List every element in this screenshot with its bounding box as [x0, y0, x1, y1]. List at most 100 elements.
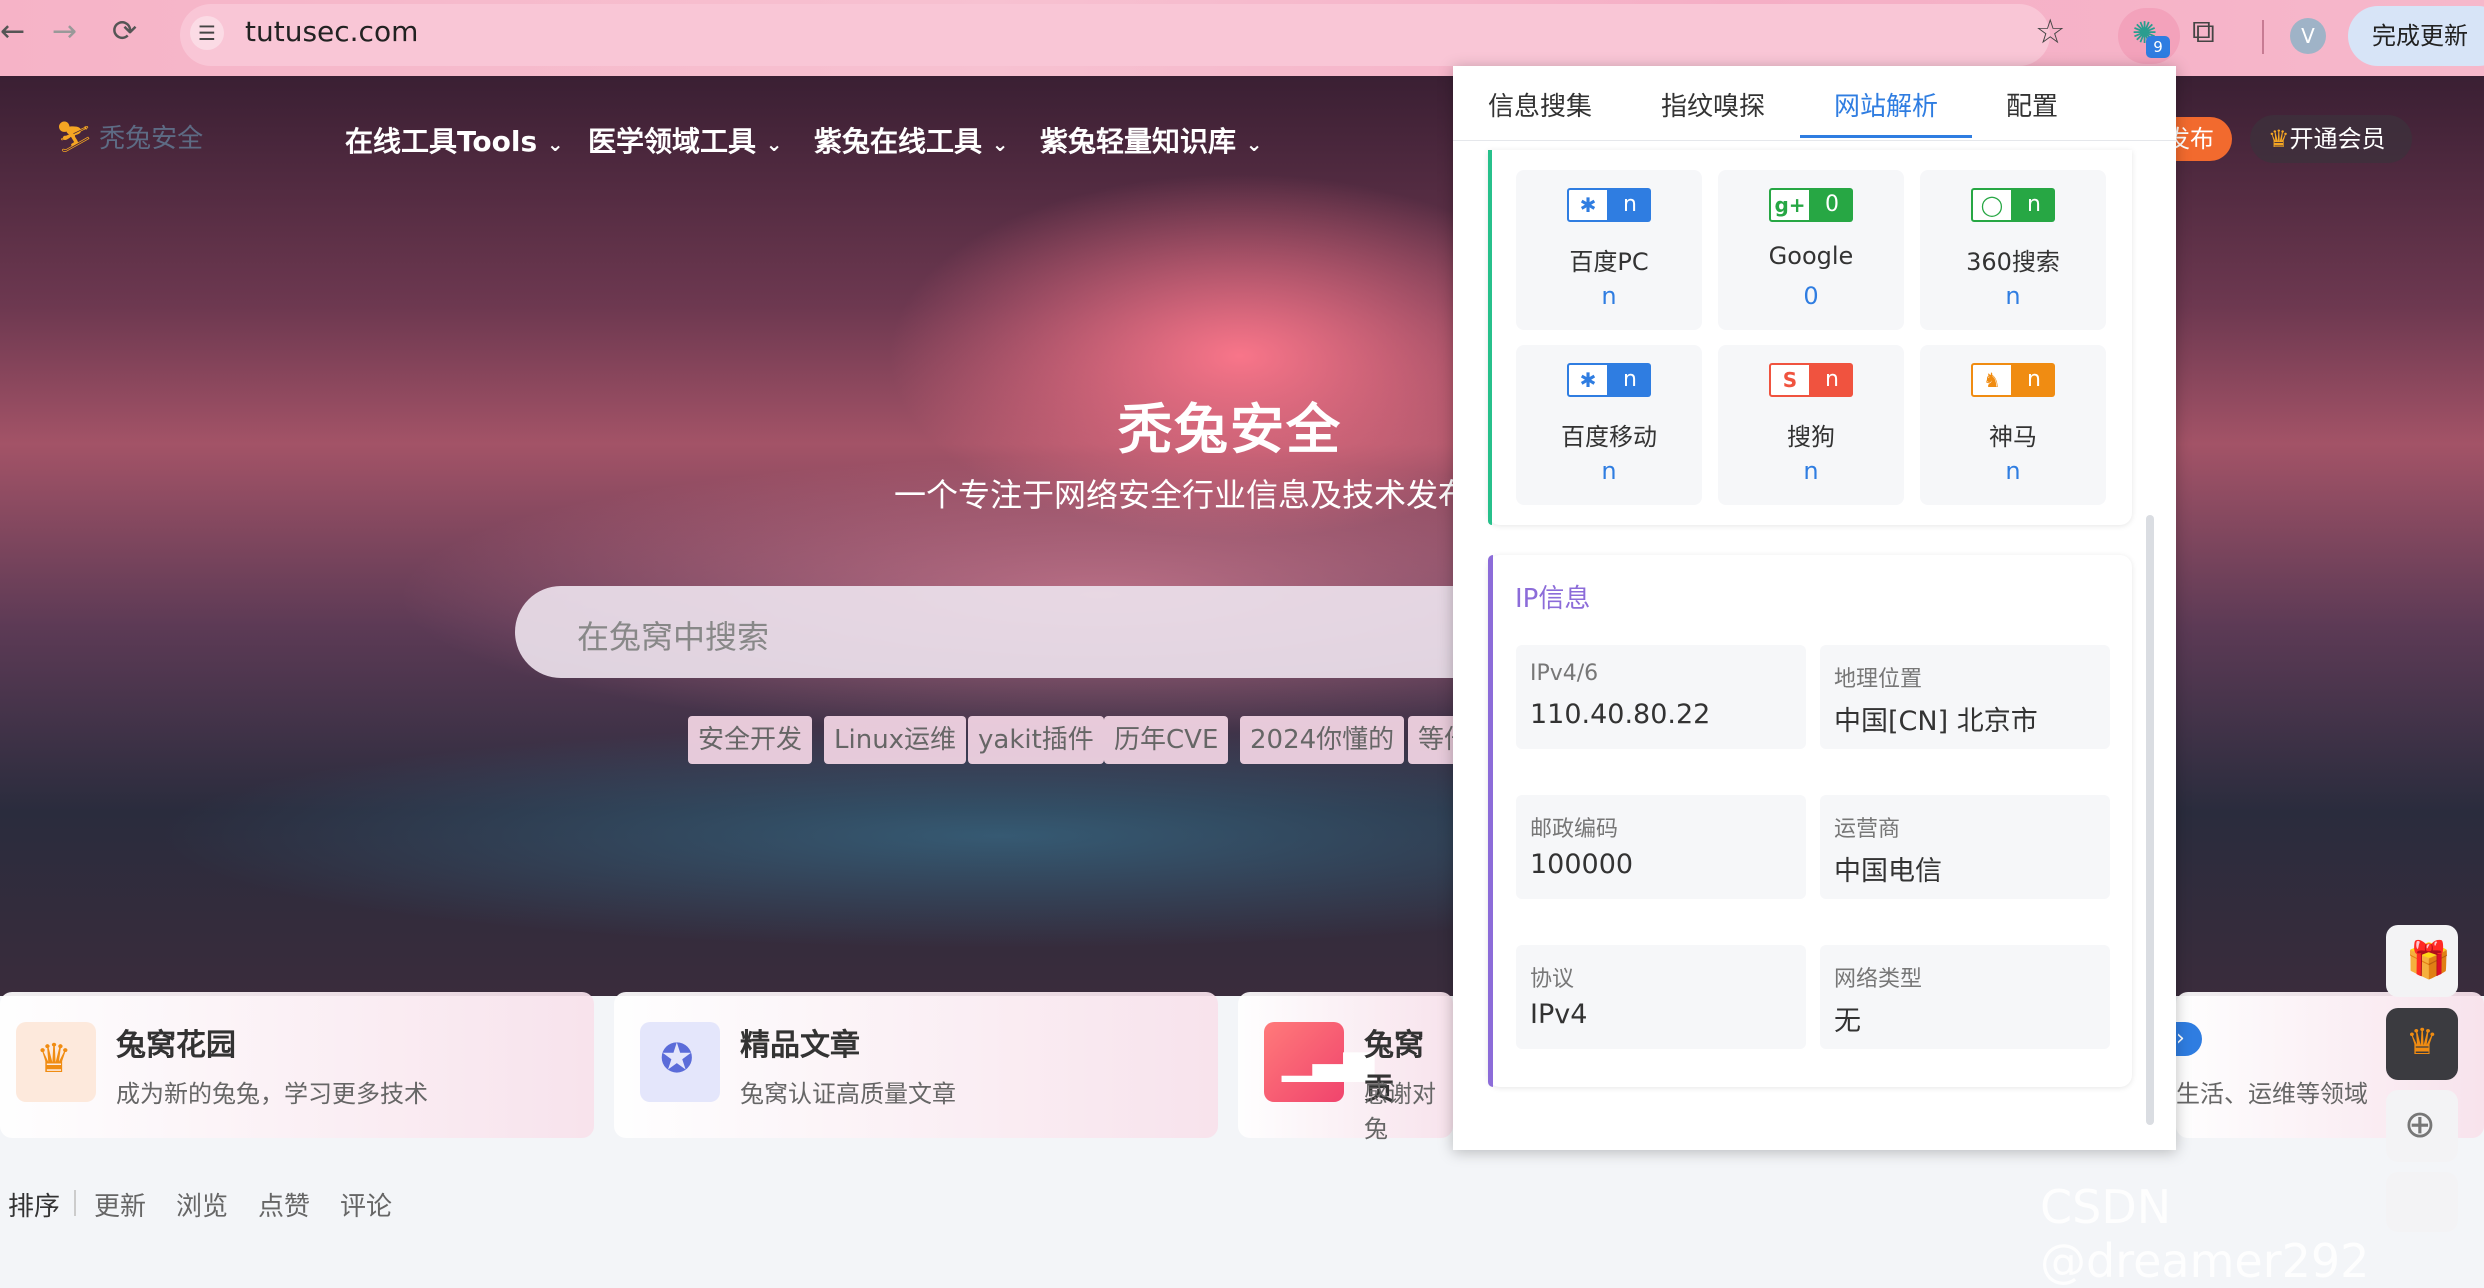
engine-tile-sogou[interactable]: S n 搜狗 n — [1718, 345, 1904, 505]
tag-item[interactable]: 历年CVE — [1104, 716, 1229, 764]
ip-label: IPv4/6 — [1530, 661, 1599, 686]
chevron-down-icon: ⌄ — [991, 132, 1009, 156]
engine-badge-value: n — [2013, 188, 2055, 222]
tab-info-gathering[interactable]: 信息搜集 — [1488, 86, 1592, 123]
forward-icon[interactable]: → — [52, 14, 77, 49]
ip-value: 110.40.80.22 — [1530, 699, 1711, 730]
vip-float-button[interactable]: ♛ — [2386, 1008, 2458, 1080]
ip-info-cell: 运营商 中国电信 — [1820, 795, 2110, 899]
tag-item[interactable]: Linux运维 — [824, 716, 967, 764]
chevron-right-icon[interactable]: › — [2176, 1022, 2202, 1056]
sort-label: 排序 — [8, 1192, 61, 1222]
engine-tile-baidu-mobile[interactable]: ✱ n 百度移动 n — [1516, 345, 1702, 505]
back-icon[interactable]: ← — [0, 14, 25, 49]
popup-scrollbar[interactable] — [2146, 515, 2154, 1125]
ip-value: 无 — [1834, 1006, 1861, 1037]
engine-value: n — [2005, 457, 2021, 485]
address-bar[interactable] — [180, 4, 2050, 66]
crown-icon: ♛ — [2406, 1022, 2439, 1063]
panel-accent — [1488, 150, 1492, 525]
menu-purple-rabbit-tools[interactable]: 紫兔在线工具 ⌄ — [814, 120, 1009, 160]
google-plus-icon: g+ — [1769, 188, 1811, 222]
crown-icon: ♛ — [2268, 125, 2290, 153]
chevron-down-icon: ⌄ — [765, 132, 783, 156]
hero-title: 秃兔安全 — [1118, 398, 1342, 461]
ip-info-cell: 网络类型 无 — [1820, 945, 2110, 1049]
logo-text: 秃兔安全 — [99, 124, 204, 154]
shenma-icon: ♞ — [1971, 363, 2013, 397]
vip-button[interactable]: ♛开通会员 — [2250, 115, 2412, 163]
engine-tile-shenma[interactable]: ♞ n 神马 n — [1920, 345, 2106, 505]
add-button[interactable]: ⊕ — [2386, 1090, 2458, 1162]
engine-name: 360搜索 — [1966, 248, 2060, 276]
bookmark-star-icon[interactable]: ☆ — [2035, 12, 2065, 52]
ip-value: 中国电信 — [1834, 856, 1942, 887]
tab-config[interactable]: 配置 — [2006, 86, 2058, 123]
extensions-puzzle-icon[interactable]: ⧉ — [2192, 12, 2215, 51]
engine-value: n — [1601, 282, 1617, 310]
engine-name: 百度移动 — [1561, 423, 1657, 451]
card-title: 精品文章 — [740, 1028, 860, 1063]
site-logo[interactable]: ⛷ 秃兔安全 — [55, 118, 203, 155]
tab-fingerprint[interactable]: 指纹嗅探 — [1661, 86, 1765, 123]
card-desc: 生活、运维等领域 — [2176, 1080, 2368, 1108]
sogou-icon: S — [1769, 363, 1811, 397]
award-medal-icon: ✪ — [640, 1022, 720, 1102]
sort-option-views[interactable]: 浏览 — [176, 1186, 228, 1223]
tag-item[interactable]: yakit插件 — [968, 716, 1104, 764]
engine-value: n — [1803, 457, 1819, 485]
engine-badge-value: 0 — [1811, 188, 1853, 222]
ip-label: 邮政编码 — [1530, 817, 1619, 842]
profile-avatar[interactable]: V — [2290, 18, 2326, 54]
feature-card[interactable]: ▁▃▅ 兔窝贡 感谢对兔 — [1238, 992, 1453, 1143]
baidu-paw-icon: ✱ — [1567, 188, 1609, 222]
update-button[interactable]: 完成更新 — [2348, 6, 2484, 66]
engine-tile-baidu-pc[interactable]: ✱ n 百度PC n — [1516, 170, 1702, 330]
engine-tile-google[interactable]: g+ 0 Google 0 — [1718, 170, 1904, 330]
crown-icon: ♛ — [16, 1022, 96, 1102]
engine-value: n — [1601, 457, 1617, 485]
chevron-down-icon: ⌄ — [1245, 132, 1263, 156]
divider — [74, 1190, 76, 1216]
gift-button[interactable]: 🎁 — [2386, 925, 2458, 997]
360-search-icon: ◯ — [1971, 188, 2013, 222]
site-settings-icon[interactable]: ☰ — [190, 16, 224, 50]
gift-icon: 🎁 — [2406, 940, 2451, 981]
chevron-down-icon: ⌄ — [546, 132, 564, 156]
baidu-paw-icon: ✱ — [1567, 363, 1609, 397]
sort-option-update[interactable]: 更新 — [94, 1186, 146, 1223]
engine-name: 百度PC — [1569, 248, 1649, 276]
engine-value: 0 — [1803, 282, 1819, 310]
browser-toolbar: ← → ⟳ ☰ tutusec.com ☆ ✺ 9 ⧉ V 完成更新 — [0, 0, 2484, 76]
toolbar-divider — [2262, 20, 2264, 54]
tab-site-analysis[interactable]: 网站解析 — [1834, 86, 1938, 123]
tag-item[interactable]: 安全开发 — [688, 716, 813, 764]
card-title: 兔窝花园 — [116, 1028, 236, 1063]
url-text[interactable]: tutusec.com — [245, 15, 418, 48]
menu-knowledge-base[interactable]: 紫兔轻量知识库 ⌄ — [1040, 120, 1263, 160]
ip-label: 地理位置 — [1834, 667, 1923, 692]
engine-badge-value: n — [1609, 363, 1651, 397]
ip-info-cell: 邮政编码 100000 — [1516, 795, 1806, 899]
feature-card[interactable]: ✪ 精品文章 兔窝认证高质量文章 — [614, 992, 1218, 1138]
ip-section-title: IP信息 — [1515, 584, 1591, 614]
menu-medical-tools[interactable]: 医学领域工具 ⌄ — [588, 120, 783, 160]
rabbit-logo-icon: ⛷ — [55, 120, 94, 155]
reload-icon[interactable]: ⟳ — [112, 14, 137, 49]
tag-item[interactable]: 2024你懂的 — [1240, 716, 1405, 764]
signal-bars-icon: ▁▃▅ — [1264, 1022, 1374, 1102]
sort-option-comments[interactable]: 评论 — [340, 1186, 392, 1223]
ip-info-cell: 协议 IPv4 — [1516, 945, 1806, 1049]
tabs-divider — [1453, 140, 2176, 141]
engine-tile-360[interactable]: ◯ n 360搜索 n — [1920, 170, 2106, 330]
engine-badge-value: n — [1609, 188, 1651, 222]
menu-online-tools[interactable]: 在线工具Tools ⌄ — [345, 120, 564, 160]
hero-subtitle: 一个专注于网络安全行业信息及技术发布 — [894, 476, 1471, 514]
ip-value: IPv4 — [1530, 999, 1588, 1030]
card-desc: 成为新的兔兔，学习更多技术 — [116, 1080, 428, 1108]
engine-badge-value: n — [1811, 363, 1853, 397]
feature-card[interactable]: ♛ 兔窝花园 成为新的兔兔，学习更多技术 — [0, 992, 594, 1138]
sort-option-likes[interactable]: 点赞 — [258, 1186, 310, 1223]
ip-value: 100000 — [1530, 849, 1634, 880]
engine-badge-value: n — [2013, 363, 2055, 397]
